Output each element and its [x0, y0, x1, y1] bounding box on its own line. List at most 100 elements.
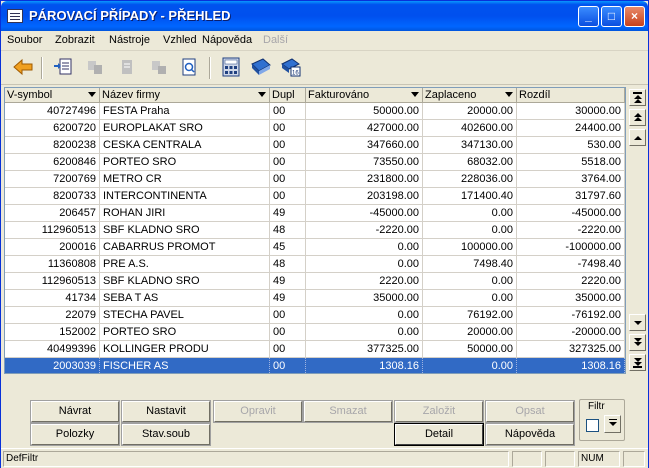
column-header[interactable]: V-symbol — [5, 88, 100, 103]
data-grid[interactable]: V-symbol Název firmy Dupl Fakturováno Zaplac… — [4, 87, 626, 374]
table-cell: 5518.00 — [517, 154, 625, 171]
filter-checkbox[interactable] — [586, 419, 599, 432]
title-bar[interactable]: PÁROVACÍ PŘÍPADY - PŘEHLED _ □ × — [1, 1, 648, 31]
table-cell: 48 — [270, 256, 306, 273]
find-document-icon[interactable] — [177, 55, 201, 79]
menu-item[interactable]: Soubor — [7, 34, 42, 46]
table-cell: 00 — [270, 154, 306, 171]
menu-item[interactable]: Zobrazit — [55, 34, 95, 46]
zalozit-button[interactable]: Založit — [394, 400, 484, 423]
table-cell: SBF KLADNO SRO — [100, 222, 270, 239]
status-panel — [545, 451, 575, 467]
table-cell: ROHAN JIRI — [100, 205, 270, 222]
close-button[interactable]: × — [624, 6, 645, 27]
scroll-page-up-button[interactable] — [629, 109, 646, 126]
table-row[interactable]: 152002 PORTEO SRO 00 0.00 20000.00 -20000.00 — [5, 324, 625, 341]
stav-soub-button[interactable]: Stav.soub — [121, 423, 211, 446]
sort-arrow-icon — [505, 92, 513, 97]
menu-item[interactable]: Další — [263, 34, 288, 46]
scroll-down-button[interactable] — [629, 314, 646, 331]
opsat-button[interactable]: Opsat — [485, 400, 575, 423]
table-cell: EUROPLAKAT SRO — [100, 120, 270, 137]
table-row[interactable]: 6200846 PORTEO SRO 00 73550.00 68032.00 5518.… — [5, 154, 625, 171]
calendar-book-icon[interactable]: 16 — [279, 55, 303, 79]
napoveda-button[interactable]: Nápověda — [485, 423, 575, 446]
scroll-last-button[interactable] — [629, 354, 646, 371]
table-cell: 347130.00 — [423, 137, 517, 154]
table-cell: 112960513 — [5, 273, 100, 290]
menu-item[interactable]: Vzhled — [163, 34, 197, 46]
nastavit-button[interactable]: Nastavit — [121, 400, 211, 423]
filter-dropdown-button[interactable] — [604, 415, 621, 433]
detail-button[interactable]: Detail — [394, 423, 484, 446]
table-cell: 377325.00 — [306, 341, 423, 358]
table-cell: 0.00 — [423, 273, 517, 290]
table-cell: FISCHER AS — [100, 358, 270, 373]
column-header[interactable]: Název firmy — [100, 88, 270, 103]
table-cell: 00 — [270, 307, 306, 324]
table-cell: -20000.00 — [517, 324, 625, 341]
table-cell: 203198.00 — [306, 188, 423, 205]
table-row[interactable]: 40499396 KOLLINGER PRODU 00 377325.00 50000.… — [5, 341, 625, 358]
sort-arrow-icon — [258, 92, 266, 97]
menu-item[interactable]: Nápověda — [202, 34, 252, 46]
back-arrow-icon[interactable] — [11, 55, 35, 79]
smazat-button[interactable]: Smazat — [303, 400, 393, 423]
table-row[interactable]: 8200238 CESKA CENTRALA 00 347660.00 347130.0… — [5, 137, 625, 154]
table-row[interactable]: 41734 SEBA T AS 49 35000.00 0.00 35000.00 — [5, 290, 625, 307]
table-cell: INTERCONTINENTA — [100, 188, 270, 205]
table-cell: 8200733 — [5, 188, 100, 205]
table-cell: 45 — [270, 239, 306, 256]
minimize-button[interactable]: _ — [578, 6, 599, 27]
polozky-button[interactable]: Polozky — [30, 423, 120, 446]
table-cell: -100000.00 — [517, 239, 625, 256]
table-cell: 40499396 — [5, 341, 100, 358]
table-row[interactable]: 11360808 PRE A.S. 48 0.00 7498.40 -7498.40 — [5, 256, 625, 273]
table-row[interactable]: 40727496 FESTA Praha 00 50000.00 20000.00 300… — [5, 103, 625, 120]
status-filter-text: DefFiltr — [3, 451, 509, 467]
ledger-icon[interactable] — [249, 55, 273, 79]
table-row[interactable]: 6200720 EUROPLAKAT SRO 00 427000.00 402600.0… — [5, 120, 625, 137]
table-row[interactable]: 8200733 INTERCONTINENTA 00 203198.00 171400.… — [5, 188, 625, 205]
table-row[interactable]: 2003039 FISCHER AS 00 1308.16 0.00 1308.16 — [5, 358, 625, 373]
table-row[interactable]: 112960513 SBF KLADNO SRO 49 2220.00 0.00 2220… — [5, 273, 625, 290]
table-cell: PORTEO SRO — [100, 324, 270, 341]
toolbar: 16 — [1, 51, 648, 85]
table-cell: METRO CR — [100, 171, 270, 188]
table-cell: 206457 — [5, 205, 100, 222]
table-cell: 402600.00 — [423, 120, 517, 137]
table-cell: -2220.00 — [306, 222, 423, 239]
table-cell: 152002 — [5, 324, 100, 341]
table-row[interactable]: 200016 CABARRUS PROMOT 45 0.00 100000.00 -100… — [5, 239, 625, 256]
table-cell: 48 — [270, 222, 306, 239]
navrat-button[interactable]: Návrat — [30, 400, 120, 423]
table-cell: 6200720 — [5, 120, 100, 137]
table-cell: 7200769 — [5, 171, 100, 188]
column-header[interactable]: Dupl — [270, 88, 306, 103]
column-header[interactable]: Fakturováno — [306, 88, 423, 103]
table-cell: 200016 — [5, 239, 100, 256]
column-header[interactable]: Rozdíl — [517, 88, 625, 103]
table-cell: 2003039 — [5, 358, 100, 373]
table-cell: -2220.00 — [517, 222, 625, 239]
table-cell: 40727496 — [5, 103, 100, 120]
table-row[interactable]: 206457 ROHAN JIRI 49 -45000.00 0.00 -45000.00 — [5, 205, 625, 222]
table-row[interactable]: 7200769 METRO CR 00 231800.00 228036.00 3764.… — [5, 171, 625, 188]
scroll-up-button[interactable] — [629, 129, 646, 146]
table-cell: 76192.00 — [423, 307, 517, 324]
table-cell: 00 — [270, 120, 306, 137]
column-header[interactable]: Zaplaceno — [423, 88, 517, 103]
opravit-button[interactable]: Opravit — [213, 400, 303, 423]
calculator-icon[interactable] — [219, 55, 243, 79]
table-cell: STECHA PAVEL — [100, 307, 270, 324]
scroll-page-down-button[interactable] — [629, 334, 646, 351]
scroll-first-button[interactable] — [629, 89, 646, 106]
window: PÁROVACÍ PŘÍPADY - PŘEHLED _ □ × Soubor Z… — [0, 0, 649, 468]
table-row[interactable]: 22079 STECHA PAVEL 00 0.00 76192.00 -76192.00 — [5, 307, 625, 324]
maximize-button[interactable]: □ — [601, 6, 622, 27]
new-record-icon[interactable] — [51, 55, 75, 79]
table-row[interactable]: 112960513 SBF KLADNO SRO 48 -2220.00 0.00 -22… — [5, 222, 625, 239]
menu-item[interactable]: Nástroje — [109, 34, 150, 46]
table-cell: 73550.00 — [306, 154, 423, 171]
table-cell: FESTA Praha — [100, 103, 270, 120]
